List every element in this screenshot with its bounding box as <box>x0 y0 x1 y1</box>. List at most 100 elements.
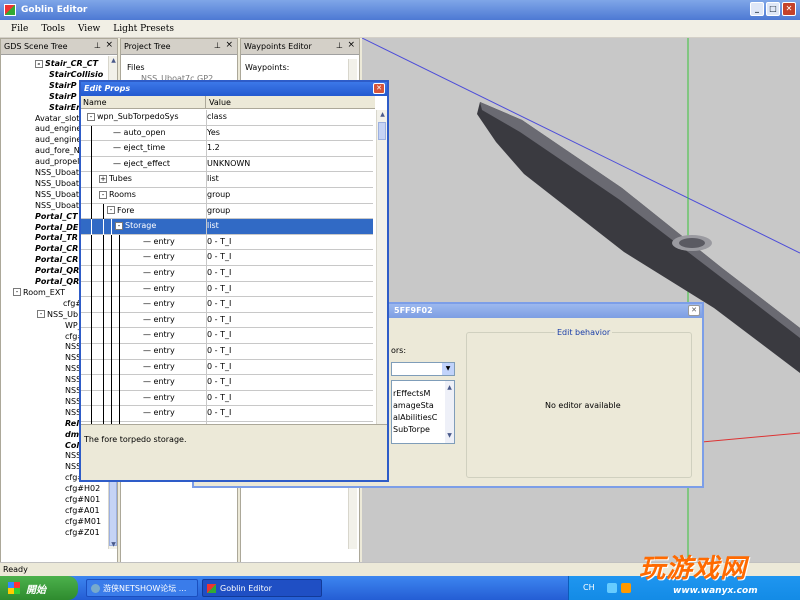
prop-value[interactable]: 0 - T_I <box>207 237 231 246</box>
scroll-down-icon[interactable]: ▼ <box>445 431 454 440</box>
behavior-list-item[interactable]: rEffectsM <box>393 389 430 398</box>
props-row[interactable]: + Tubes list <box>81 172 373 189</box>
scene-tree-item[interactable]: aud_engine <box>35 123 81 134</box>
scene-tree-item[interactable]: Col <box>65 440 79 451</box>
scene-tree-item[interactable]: Portal_QR <box>35 265 79 276</box>
edit-props-titlebar[interactable]: Edit Props ✕ <box>81 82 387 96</box>
scene-tree-item[interactable]: - NSS_Ub <box>37 309 78 320</box>
prop-value[interactable]: 0 - T_I <box>207 315 231 324</box>
menu-tools[interactable]: Tools <box>41 24 65 34</box>
props-grid[interactable]: Name Value - wpn_SubTorpedoSys class — auto… <box>81 96 387 424</box>
col-value-header[interactable]: Value <box>209 98 231 107</box>
collapse-icon[interactable]: - <box>87 112 95 121</box>
props-row[interactable]: - Fore group <box>81 203 373 220</box>
behaviors-list-scrollbar[interactable]: ▲ ▼ <box>445 381 454 443</box>
close-icon[interactable]: × <box>225 40 233 50</box>
language-indicator[interactable]: CH <box>583 583 595 592</box>
behaviors-list[interactable]: rEffectsM amageSta alAbilitiesC SubTorpe… <box>391 380 455 444</box>
scene-tree-item[interactable]: cfg#A01 <box>65 505 100 516</box>
props-row[interactable]: — entry 0 - T_I <box>81 312 373 329</box>
prop-value[interactable]: 0 - T_I <box>207 299 231 308</box>
collapse-icon[interactable]: - <box>107 206 115 215</box>
window-titlebar[interactable]: Goblin Editor _ □ ✕ <box>0 0 800 20</box>
scene-tree-item[interactable]: Portal_CT <box>35 211 78 222</box>
menu-light-presets[interactable]: Light Presets <box>113 24 174 34</box>
expand-icon[interactable]: + <box>99 174 107 183</box>
scene-tree-item[interactable]: Portal_CR <box>35 254 78 265</box>
scene-tree-item[interactable]: Portal_TR <box>35 232 78 243</box>
scene-tree-item[interactable]: StairP <box>49 80 77 91</box>
props-row[interactable]: — entry 0 - T_I <box>81 328 373 345</box>
prop-value[interactable]: list <box>207 221 219 230</box>
prop-value[interactable]: UNKNOWN <box>207 159 250 168</box>
prop-value[interactable]: 0 - T_I <box>207 346 231 355</box>
props-row[interactable]: — entry 0 - T_I <box>81 234 373 251</box>
collapse-icon[interactable]: - <box>99 190 107 199</box>
pin-icon[interactable]: ⊥ <box>214 41 221 50</box>
props-splitter[interactable] <box>81 424 387 431</box>
prop-value[interactable]: list <box>207 174 219 183</box>
tray-icon[interactable] <box>621 583 631 593</box>
prop-value[interactable]: 0 - T_I <box>207 377 231 386</box>
taskbar-item-goblin-editor[interactable]: Goblin Editor <box>202 579 322 597</box>
pin-icon[interactable]: ⊥ <box>94 41 101 50</box>
props-row[interactable]: - Storage list <box>81 219 373 236</box>
close-icon[interactable]: ✕ <box>782 2 796 16</box>
collapse-icon[interactable]: - <box>13 288 21 297</box>
prop-value[interactable]: 0 - T_I <box>207 393 231 402</box>
maximize-icon[interactable]: □ <box>766 2 780 16</box>
tray-icon[interactable] <box>607 583 617 593</box>
props-row[interactable]: — eject_time 1.2 <box>81 141 373 158</box>
scene-tree-item[interactable]: aud_fore_N <box>35 145 80 156</box>
scene-tree-item[interactable]: Portal_DE <box>35 222 78 233</box>
prop-value[interactable]: class <box>207 112 227 121</box>
scene-tree-item[interactable]: StairCollisio <box>49 69 103 80</box>
scene-tree-item[interactable]: Avatar_slot <box>35 113 79 124</box>
scene-tree-item[interactable]: Portal_QR <box>35 276 79 287</box>
scroll-up-icon[interactable]: ▲ <box>377 110 387 119</box>
prop-value[interactable]: 1.2 <box>207 143 220 152</box>
props-row[interactable]: — entry 0 - T_I <box>81 281 373 298</box>
close-icon[interactable]: ✕ <box>373 83 385 94</box>
menu-file[interactable]: File <box>11 24 28 34</box>
scene-tree-item[interactable]: cfg#M01 <box>65 516 101 527</box>
taskbar-item-forum[interactable]: 游侠NETSHOW论坛 ... <box>86 579 198 597</box>
props-row[interactable]: — entry 0 - T_I <box>81 406 373 423</box>
props-row[interactable]: - Rooms group <box>81 188 373 204</box>
scene-tree-item[interactable]: StairEn <box>49 102 82 113</box>
scroll-down-icon[interactable]: ▼ <box>109 540 118 549</box>
props-scrollbar[interactable]: ▲ ▼ <box>376 110 387 424</box>
behavior-list-item[interactable]: alAbilitiesC <box>393 413 437 422</box>
dropdown-arrow-icon[interactable]: ▼ <box>442 363 454 375</box>
minimize-icon[interactable]: _ <box>750 2 764 16</box>
props-row[interactable]: — entry 0 - T_I <box>81 390 373 407</box>
props-row[interactable]: — entry 0 - T_I <box>81 297 373 314</box>
scrollbar-thumb[interactable] <box>378 122 386 140</box>
scroll-up-icon[interactable]: ▲ <box>109 56 118 65</box>
collapse-icon[interactable]: - <box>115 221 123 230</box>
scene-tree-item[interactable]: NSS_Uboat <box>35 189 79 200</box>
collapse-icon[interactable]: - <box>35 59 43 68</box>
props-row[interactable]: — entry 0 - T_I <box>81 344 373 360</box>
prop-value[interactable]: Yes <box>207 128 220 137</box>
prop-value[interactable]: 0 - T_I <box>207 252 231 261</box>
props-row[interactable]: — eject_effect UNKNOWN <box>81 156 373 173</box>
scene-tree-item[interactable]: StairP <box>49 91 77 102</box>
prop-value[interactable]: 0 - T_I <box>207 362 231 371</box>
props-row[interactable]: — entry 0 - T_I <box>81 359 373 376</box>
scene-tree-item[interactable]: - Room_EXT <box>13 287 65 298</box>
scene-tree-item[interactable]: Rel <box>65 418 79 429</box>
prop-value[interactable]: 0 - T_I <box>207 330 231 339</box>
scene-tree-item[interactable]: aud_engine <box>35 134 81 145</box>
scene-tree-item[interactable]: Portal_CR <box>35 243 78 254</box>
scroll-up-icon[interactable]: ▲ <box>445 383 454 392</box>
props-row[interactable]: — entry 0 - T_I <box>81 266 373 282</box>
prop-value[interactable]: 0 - T_I <box>207 268 231 277</box>
prop-value[interactable]: group <box>207 206 230 215</box>
scene-tree-item[interactable]: dm <box>65 429 79 440</box>
prop-value[interactable]: group <box>207 190 230 199</box>
collapse-icon[interactable]: - <box>37 310 45 319</box>
menu-view[interactable]: View <box>78 24 100 34</box>
scene-tree-item[interactable]: aud_propell <box>35 156 82 167</box>
behavior-list-item[interactable]: amageSta <box>393 401 434 410</box>
